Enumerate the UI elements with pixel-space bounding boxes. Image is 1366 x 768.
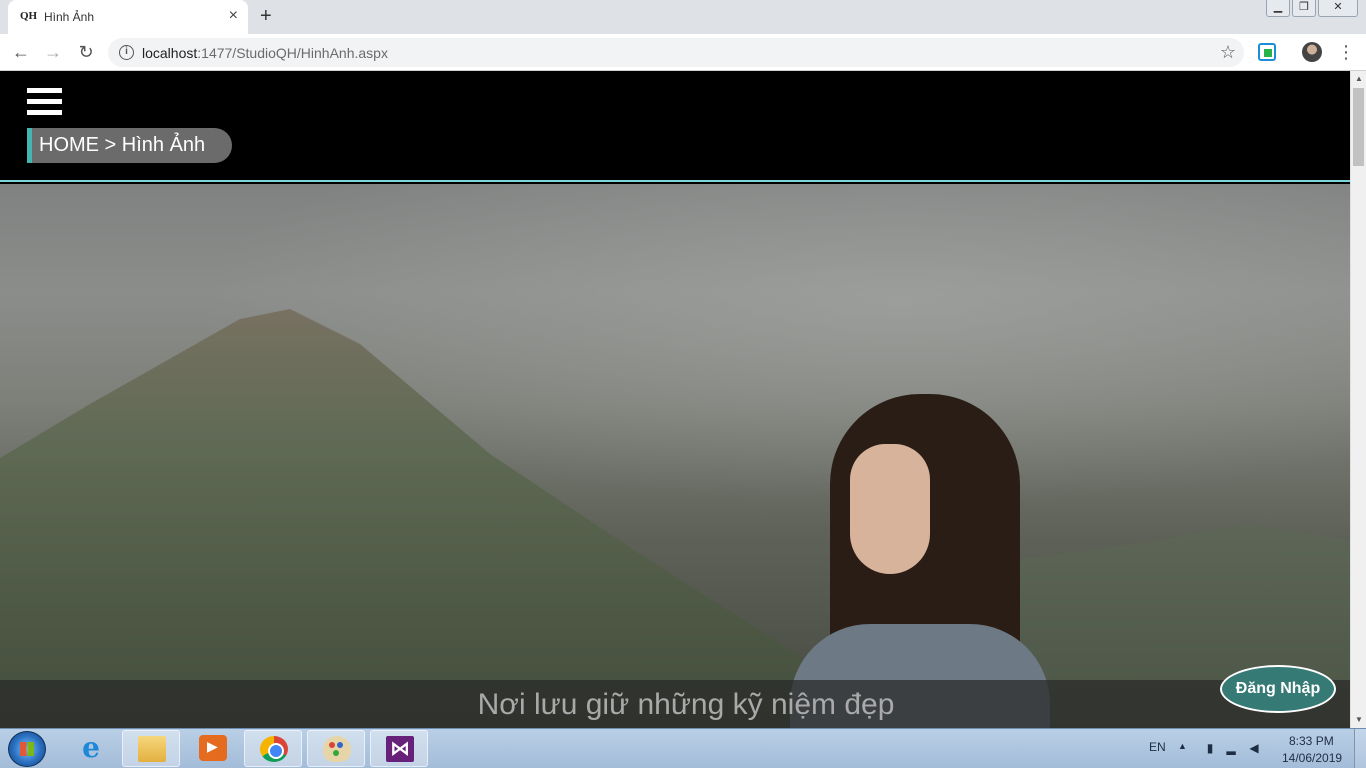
window-controls: ▁ ❐ ✕ xyxy=(1266,0,1358,17)
taskbar-paint[interactable] xyxy=(307,730,365,767)
folder-icon xyxy=(138,736,166,762)
page-content: HOME > Hình Ảnh Nơi lưu giữ những kỹ niệ… xyxy=(0,71,1350,728)
reload-button[interactable]: ↻ xyxy=(75,41,97,63)
page-scrollbar[interactable]: ▲ ▼ xyxy=(1350,71,1366,728)
clock-date[interactable]: 14/06/2019 xyxy=(1282,751,1342,765)
extension-icon[interactable] xyxy=(1258,43,1276,61)
internet-explorer-icon: e xyxy=(82,731,100,764)
battery-icon[interactable]: ▮ xyxy=(1203,741,1217,755)
browser-toolbar: ← → ↻ i localhost:1477/StudioQH/HinhAnh.… xyxy=(0,34,1366,71)
media-player-icon xyxy=(199,735,227,761)
tab-close-icon[interactable]: × xyxy=(229,8,238,24)
chrome-icon xyxy=(260,736,288,762)
system-tray: EN ▲ ▮ ▂ ◀ 8:33 PM 14/06/2019 xyxy=(1140,729,1366,768)
show-desktop-button[interactable] xyxy=(1354,729,1366,768)
taskbar-chrome[interactable] xyxy=(244,730,302,767)
hero-image: Nơi lưu giữ những kỹ niệm đẹp Đăng Nhập xyxy=(0,184,1350,728)
taskbar-internet-explorer[interactable]: e xyxy=(62,730,120,767)
site-info-icon[interactable]: i xyxy=(119,45,134,60)
show-hidden-icons-arrow-icon[interactable]: ▲ xyxy=(1178,741,1187,751)
profile-avatar[interactable] xyxy=(1302,42,1322,62)
browser-menu-icon[interactable]: ⋮ xyxy=(1337,42,1355,62)
network-signal-icon[interactable]: ▂ xyxy=(1224,741,1238,755)
scroll-down-arrow-icon[interactable]: ▼ xyxy=(1351,712,1366,728)
windows-taskbar: e ⋈ EN ▲ ▮ ▂ ◀ 8:33 PM 14/06/2019 xyxy=(0,728,1366,768)
site-favicon-icon: QH xyxy=(20,10,38,22)
hero-caption: Nơi lưu giữ những kỹ niệm đẹp xyxy=(477,688,895,721)
hamburger-menu-icon[interactable] xyxy=(27,88,62,118)
clock-time[interactable]: 8:33 PM xyxy=(1289,734,1334,748)
new-tab-button[interactable]: + xyxy=(260,6,272,26)
caption-bar: Nơi lưu giữ những kỹ niệm đẹp xyxy=(0,680,1350,728)
login-button[interactable]: Đăng Nhập xyxy=(1220,665,1336,713)
start-button[interactable] xyxy=(8,731,46,767)
breadcrumb[interactable]: HOME > Hình Ảnh xyxy=(27,128,232,163)
url-text[interactable]: localhost:1477/StudioQH/HinhAnh.aspx xyxy=(142,45,388,61)
portrait-figure xyxy=(790,394,1090,728)
scroll-up-arrow-icon[interactable]: ▲ xyxy=(1351,71,1366,87)
restore-button[interactable]: ❐ xyxy=(1292,0,1316,17)
taskbar-file-explorer[interactable] xyxy=(122,730,180,767)
scroll-thumb[interactable] xyxy=(1353,88,1364,166)
close-window-button[interactable]: ✕ xyxy=(1318,0,1358,17)
forward-button[interactable]: → xyxy=(42,41,64,63)
minimize-button[interactable]: ▁ xyxy=(1266,0,1290,17)
browser-tab[interactable]: QH Hình Ảnh × xyxy=(8,0,248,34)
bookmark-star-icon[interactable]: ☆ xyxy=(1220,42,1236,63)
site-header: HOME > Hình Ảnh xyxy=(0,71,1350,182)
tab-title: Hình Ảnh xyxy=(44,10,95,24)
visual-studio-icon: ⋈ xyxy=(386,736,414,762)
taskbar-media-player[interactable] xyxy=(184,730,242,767)
volume-muted-icon[interactable]: ◀ xyxy=(1247,741,1261,755)
taskbar-visual-studio[interactable]: ⋈ xyxy=(370,730,428,767)
language-indicator[interactable]: EN xyxy=(1149,740,1166,754)
back-button[interactable]: ← xyxy=(10,41,32,63)
browser-titlebar: QH Hình Ảnh × + ▁ ❐ ✕ xyxy=(0,0,1366,34)
address-bar[interactable]: i localhost:1477/StudioQH/HinhAnh.aspx ☆ xyxy=(108,38,1244,67)
paint-palette-icon xyxy=(323,736,351,762)
